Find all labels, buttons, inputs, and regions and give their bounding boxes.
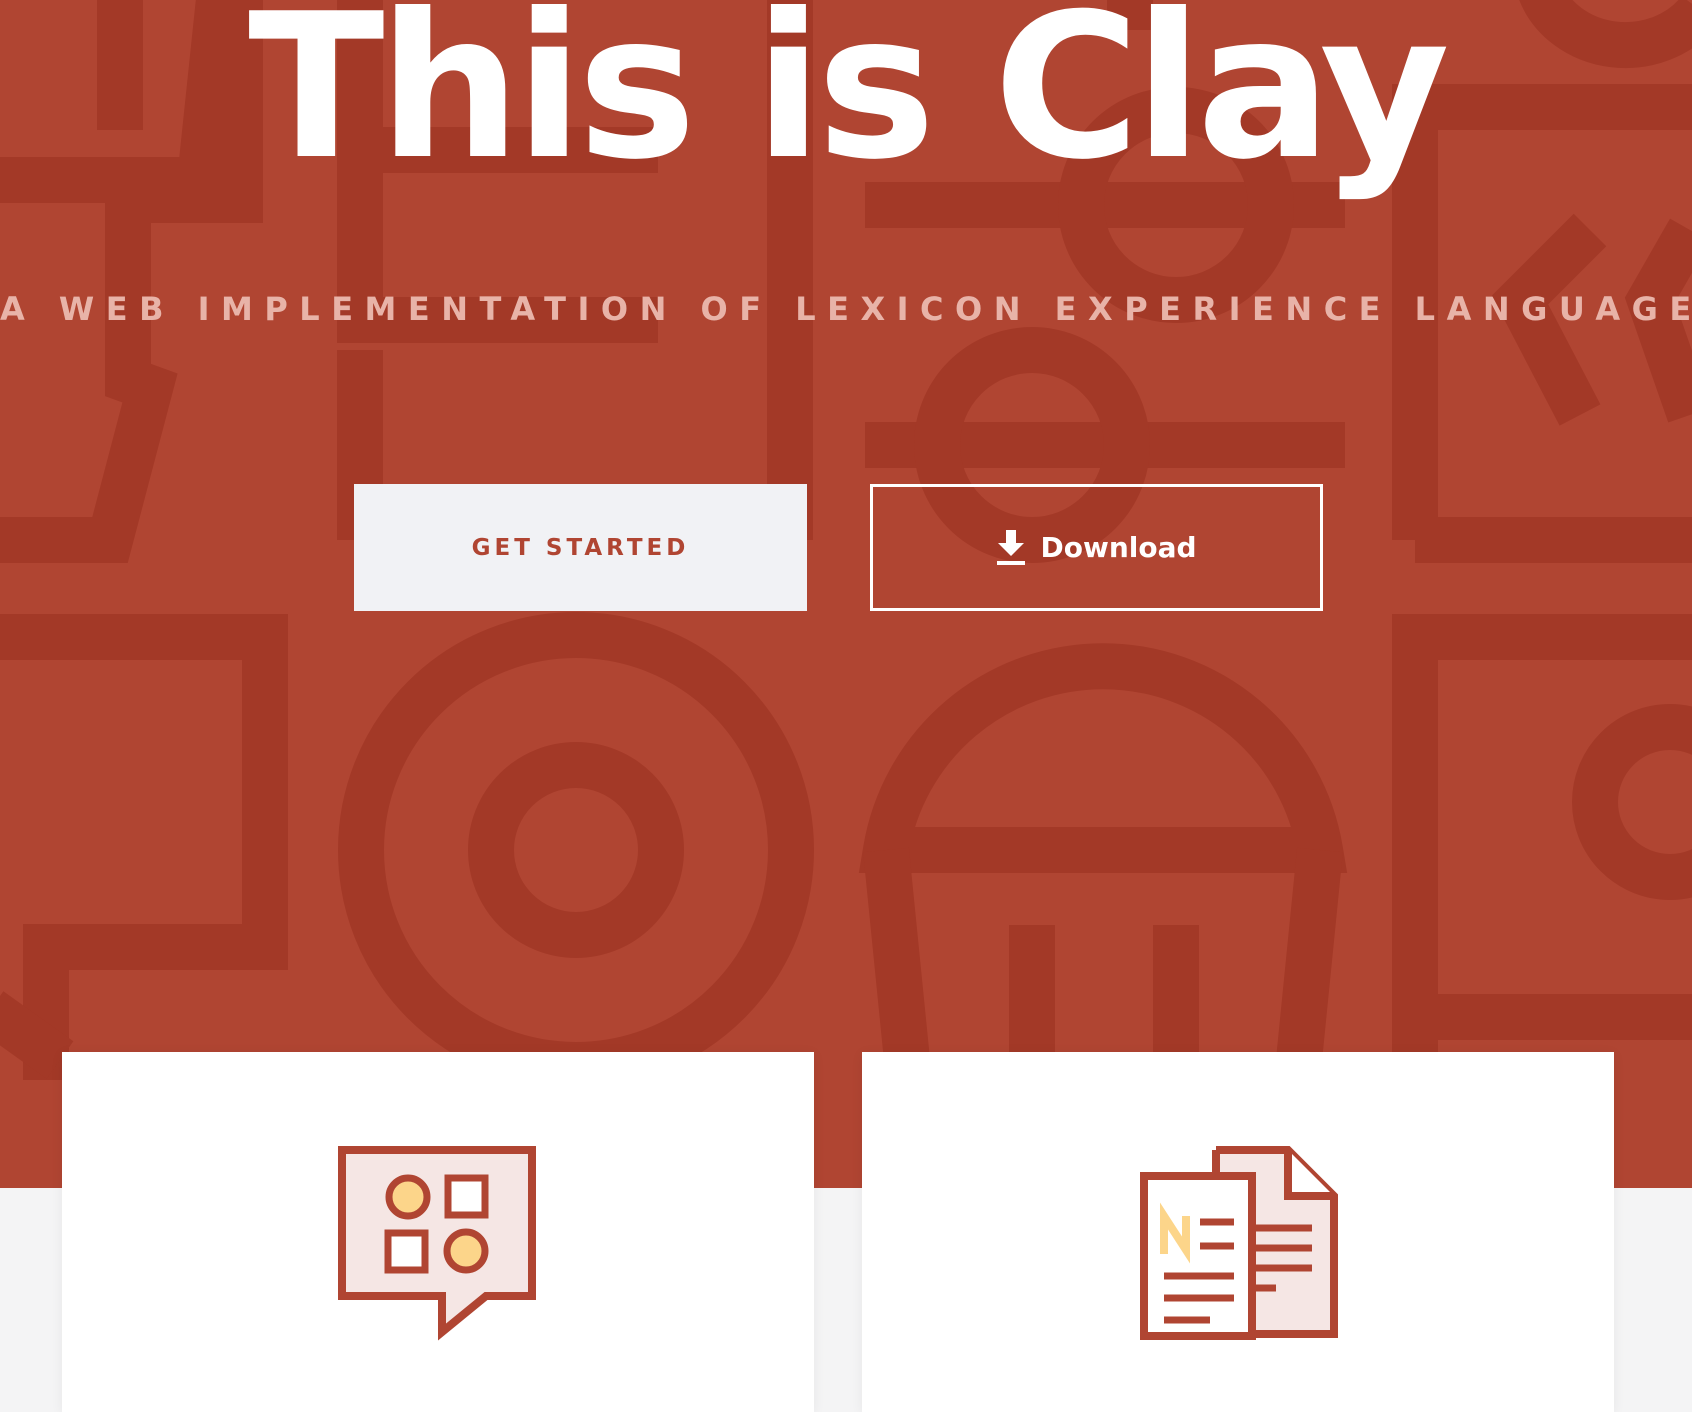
- page-title: This is Clay: [248, 0, 1450, 204]
- download-button[interactable]: Download: [870, 484, 1323, 611]
- get-started-button[interactable]: GET STARTED: [354, 484, 807, 611]
- documents-icon: [1140, 1146, 1338, 1340]
- components-chat-icon: [338, 1146, 536, 1341]
- feature-card-components[interactable]: [62, 1052, 814, 1412]
- feature-card-documents[interactable]: [862, 1052, 1614, 1412]
- download-label: Download: [1040, 531, 1197, 564]
- download-icon: [997, 529, 1026, 565]
- hero-section: This is Clay A WEB IMPLEMENTATION OF LEX…: [0, 0, 1692, 1188]
- hero-subtitle: A WEB IMPLEMENTATION OF LEXICON EXPERIEN…: [0, 290, 1692, 328]
- get-started-label: GET STARTED: [471, 534, 690, 561]
